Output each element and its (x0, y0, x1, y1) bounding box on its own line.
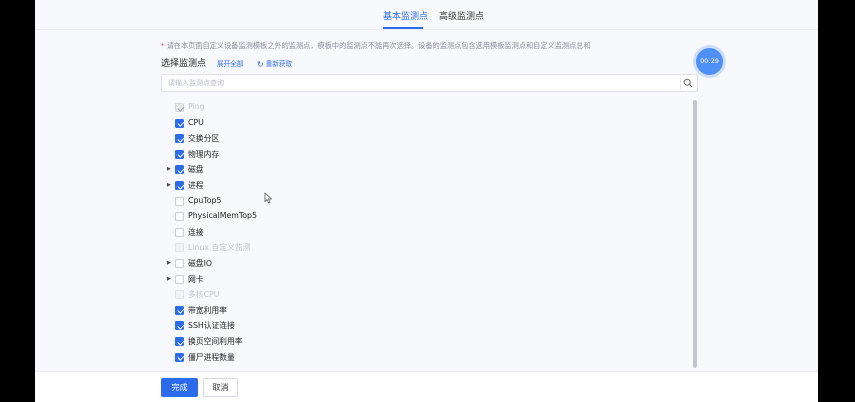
refresh-icon: ↻ (257, 60, 264, 69)
tree-item-checkbox[interactable] (175, 274, 184, 284)
tree-item-label: 磁盘IO (188, 259, 213, 268)
tree-item[interactable]: ▶ 磁盘 (161, 163, 461, 176)
cancel-button[interactable]: 取消 (203, 378, 238, 397)
monitor-point-panel: 基本监测点 高级监测点 * 请在本页面自定义设备监测模板之外的监测点，模板中的监测… (35, 0, 818, 402)
tree-item-checkbox[interactable] (175, 352, 184, 362)
expand-arrow-icon[interactable]: ▶ (167, 182, 171, 188)
tree-item-checkbox[interactable] (175, 305, 184, 315)
tree-item-checkbox[interactable] (175, 321, 184, 331)
expand-arrow-icon[interactable]: ▶ (167, 276, 171, 282)
finish-button[interactable]: 完成 (161, 378, 198, 397)
tree-item-checkbox[interactable] (175, 149, 184, 159)
tree-item[interactable]: Ping (161, 101, 461, 114)
tab-bar: 基本监测点 高级监测点 (35, 0, 818, 30)
tree-item-label: 连接 (188, 227, 204, 237)
search-icon[interactable] (683, 78, 693, 88)
tree-item-checkbox[interactable] (175, 227, 184, 237)
tree-item[interactable]: 带宽利用率 (161, 304, 461, 317)
tree-item-checkbox[interactable] (175, 181, 184, 190)
footer-bar: 完成 取消 (35, 371, 818, 402)
tree-item[interactable]: 连接 (161, 226, 461, 239)
tree-item[interactable]: 僵尸进程数量 (161, 351, 461, 364)
screen: 基本监测点 高级监测点 * 请在本页面自定义设备监测模板之外的监测点，模板中的监测… (35, 0, 818, 402)
monitor-point-tree: Ping CPU 交换分区物理内存 ▶ 磁盘 ▶ 进程 CpuTop5 PhysicalMemT… (161, 101, 698, 371)
tree-item[interactable]: Linux 自定义监测 (161, 241, 461, 254)
tree-item-checkbox[interactable] (175, 118, 184, 128)
tree-item[interactable]: SSH认证连接 (161, 319, 461, 332)
tree-item-label: 网卡 (188, 274, 204, 284)
section-title: 选择监测点 (161, 59, 207, 69)
tree-item[interactable]: CPU (161, 117, 461, 130)
tree-item-label: 交换分区 (188, 134, 220, 144)
tab-advanced-monitor-points[interactable]: 高级监测点 (439, 9, 484, 22)
tree-item-label: 换页空间利用率 (188, 337, 243, 346)
tree-item-label: 多核CPU (188, 290, 220, 300)
tree-item[interactable]: ▶ 磁盘IO (161, 257, 461, 270)
tree-item[interactable]: CpuTop5 (161, 195, 461, 208)
search-divider (680, 77, 681, 89)
tree-item[interactable]: 换页空间利用率 (161, 335, 461, 348)
tree-item-checkbox[interactable] (175, 212, 184, 222)
refresh-label: 重新获取 (265, 60, 293, 68)
tree-item-checkbox (175, 290, 184, 300)
active-tab-indicator (383, 27, 423, 29)
tree-item-label: SSH认证连接 (188, 321, 235, 331)
tree-item[interactable]: 多核CPU (161, 288, 461, 301)
tree-item-label: 带宽利用率 (188, 305, 227, 315)
tree-item-checkbox[interactable] (175, 134, 184, 144)
required-star: * (161, 41, 165, 50)
tree-item-label: CPU (188, 117, 204, 127)
tree-item-label: CpuTop5 (188, 195, 222, 205)
expand-all-link[interactable]: 展开全部 (217, 58, 243, 68)
refresh-link[interactable]: ↻ 重新获取 (257, 58, 292, 69)
tree-item[interactable]: ▶ 进程 (161, 179, 461, 192)
search-input[interactable] (168, 77, 668, 89)
tree-item-label: Ping (188, 102, 205, 111)
tree-item-checkbox (175, 103, 184, 112)
tree-item[interactable]: 交换分区 (161, 132, 461, 145)
tab-basic-monitor-points[interactable]: 基本监测点 (383, 9, 428, 22)
tree-item-label: 物理内存 (188, 149, 220, 159)
tree-item-label: 僵尸进程数量 (188, 352, 235, 362)
hint-message: 请在本页面自定义设备监测模板之外的监测点，模板中的监测点不能再次选择。设备的监测… (166, 41, 591, 50)
tree-item[interactable]: 物理内存 (161, 148, 461, 161)
tree-item-checkbox[interactable] (175, 337, 184, 346)
scrollbar-thumb[interactable] (693, 100, 697, 368)
expand-arrow-icon[interactable]: ▶ (167, 260, 171, 266)
tree-item-checkbox[interactable] (175, 196, 184, 206)
tree-item-checkbox (175, 243, 184, 253)
tree-item-label: 进程 (188, 181, 204, 190)
tree-item[interactable]: PhysicalMemTop5 (161, 210, 461, 223)
hint-text: * 请在本页面自定义设备监测模板之外的监测点，模板中的监测点不能再次选择。设备的监… (161, 41, 591, 51)
recording-timer[interactable]: 00:29 (696, 48, 723, 75)
mouse-cursor-icon (264, 192, 273, 204)
tree-item-label: PhysicalMemTop5 (188, 211, 257, 221)
scrollbar[interactable] (693, 100, 697, 370)
tree-item-label: Linux 自定义监测 (188, 243, 251, 253)
search-box (161, 74, 698, 92)
expand-arrow-icon[interactable]: ▶ (167, 166, 171, 172)
tree-item-checkbox[interactable] (175, 165, 184, 175)
tree-item-checkbox[interactable] (175, 259, 184, 268)
tree-item-label: 磁盘 (188, 165, 204, 175)
tree-item[interactable]: ▶ 网卡 (161, 273, 461, 286)
